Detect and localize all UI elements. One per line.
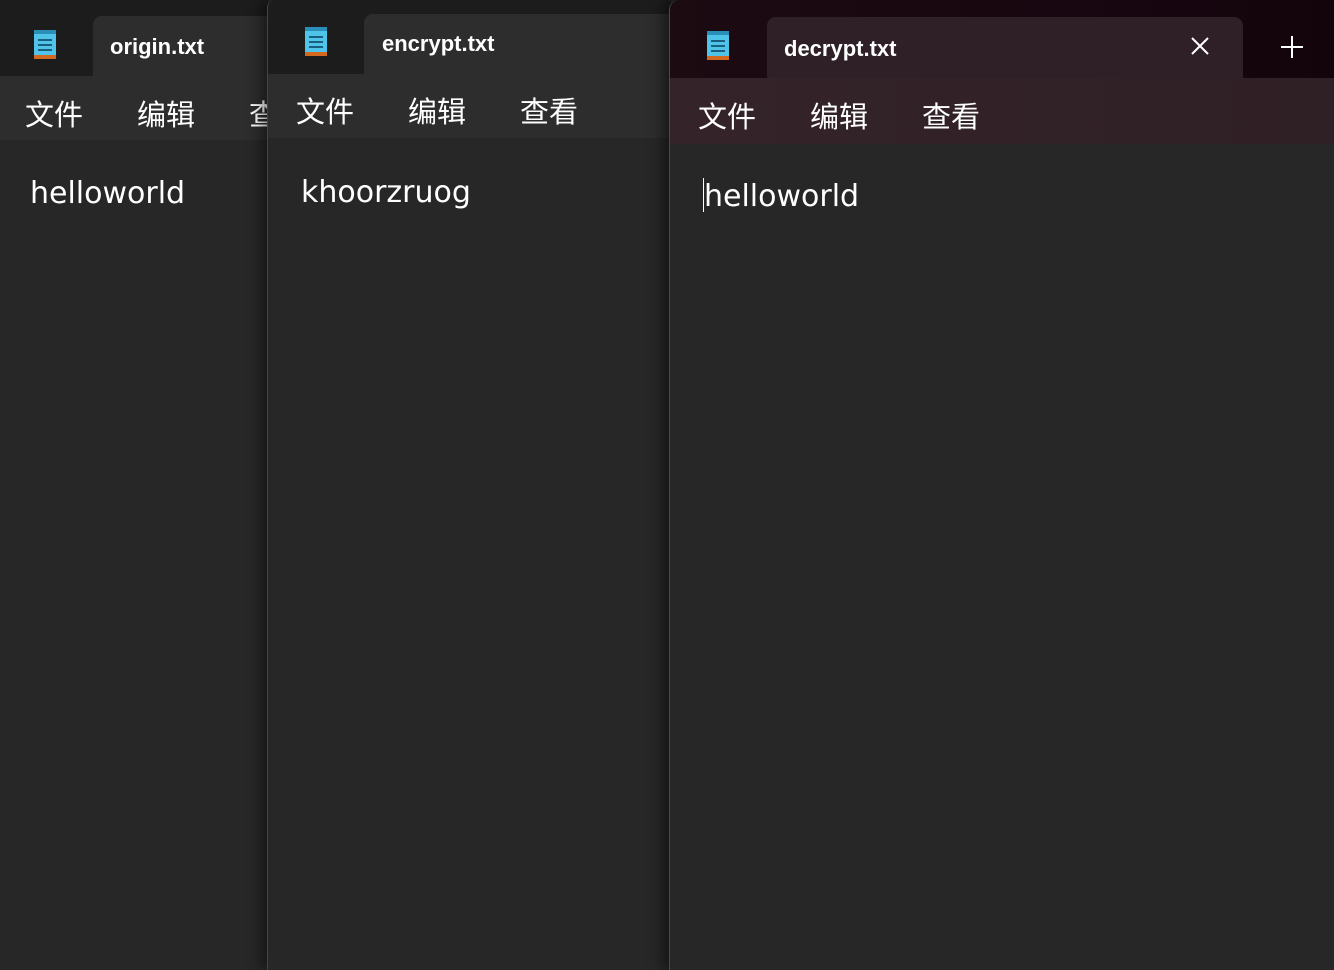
text-editor[interactable]: khoorzruog: [268, 138, 671, 970]
notepad-icon: [303, 25, 329, 57]
menu-bar: 文件 编辑 查: [0, 76, 268, 140]
notepad-window-origin: origin.txt 文件 编辑 查 helloworld: [0, 0, 268, 970]
menu-view[interactable]: 查看: [520, 89, 578, 131]
title-bar: encrypt.txt: [268, 0, 671, 74]
notepad-icon: [32, 28, 58, 60]
document-text: khoorzruog: [301, 175, 471, 210]
title-bar: decrypt.txt: [670, 0, 1334, 78]
title-bar: origin.txt: [0, 0, 268, 76]
menu-bar: 文件 编辑 查看: [268, 74, 671, 138]
tab-origin[interactable]: origin.txt: [93, 16, 268, 76]
menu-edit[interactable]: 编辑: [810, 94, 868, 136]
new-tab-button[interactable]: [1277, 32, 1307, 62]
notepad-window-encrypt: encrypt.txt 文件 编辑 查看 khoorzruog: [267, 0, 671, 970]
notepad-icon: [705, 29, 731, 61]
menu-view[interactable]: 查看: [922, 94, 980, 136]
tab-decrypt[interactable]: decrypt.txt: [767, 17, 1243, 78]
text-editor[interactable]: helloworld: [670, 144, 1334, 970]
menu-edit[interactable]: 编辑: [137, 92, 195, 134]
menu-file[interactable]: 文件: [296, 89, 354, 131]
notepad-window-decrypt: decrypt.txt 文件 编辑 查看 helloworld: [669, 0, 1334, 970]
menu-view[interactable]: 查: [249, 92, 268, 134]
menu-file[interactable]: 文件: [698, 94, 756, 136]
close-tab-button[interactable]: [1185, 31, 1215, 61]
close-icon: [1191, 37, 1209, 55]
menu-edit[interactable]: 编辑: [408, 89, 466, 131]
tab-encrypt[interactable]: encrypt.txt: [364, 14, 671, 74]
document-text: helloworld: [704, 179, 860, 214]
plus-icon: [1281, 36, 1303, 58]
menu-bar: 文件 编辑 查看: [670, 78, 1334, 144]
tab-title: decrypt.txt: [784, 36, 897, 61]
menu-file[interactable]: 文件: [25, 92, 83, 134]
tab-title: encrypt.txt: [382, 31, 495, 56]
tab-title: origin.txt: [110, 34, 205, 59]
text-editor[interactable]: helloworld: [0, 140, 268, 970]
document-text: helloworld: [30, 176, 186, 211]
